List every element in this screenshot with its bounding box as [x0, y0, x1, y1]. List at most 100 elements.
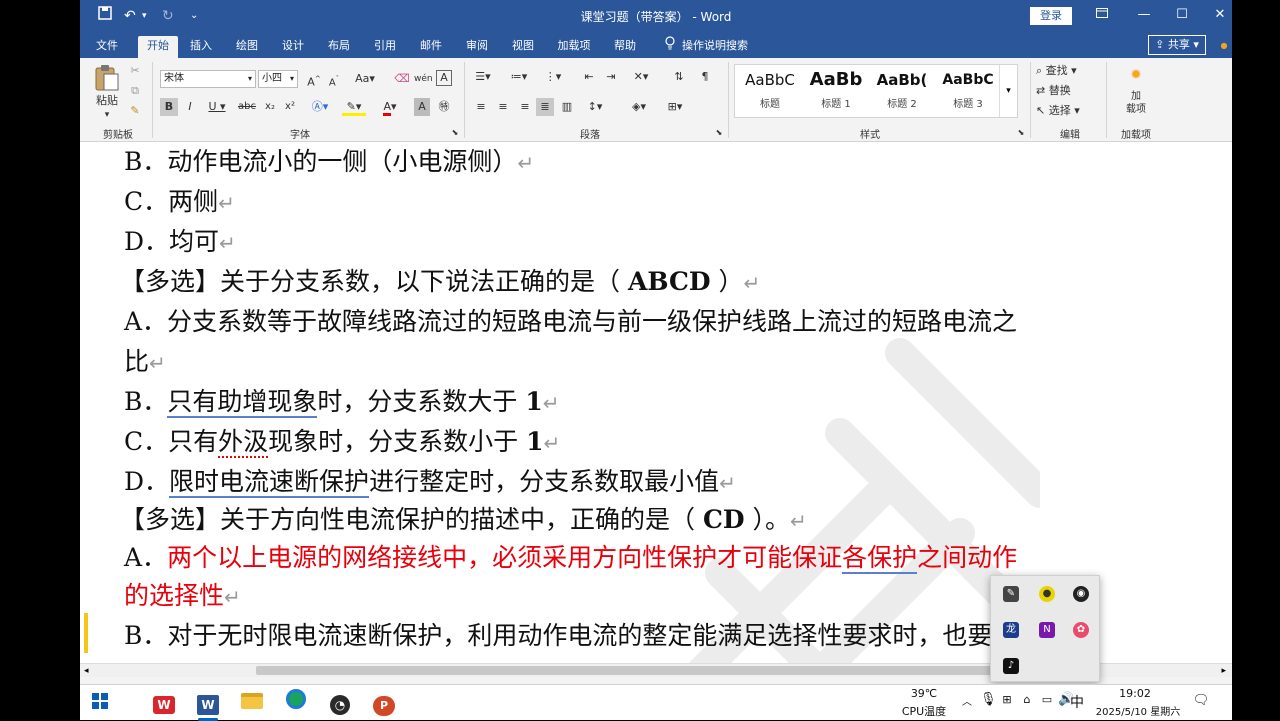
shrink-font-icon[interactable]: Aˇ: [326, 70, 342, 88]
font-name-select[interactable]: 宋体 ▾: [160, 70, 256, 88]
format-painter-icon[interactable]: ✎: [126, 102, 144, 120]
styles-more-icon[interactable]: ▾: [999, 65, 1017, 117]
bullets-icon[interactable]: ☰▾: [470, 68, 496, 86]
bold-button[interactable]: B: [160, 98, 178, 116]
tab-view[interactable]: 视图: [506, 36, 540, 58]
style-title[interactable]: AaBbC 标题: [737, 69, 803, 110]
font-dialog-launcher-icon[interactable]: ⬊: [450, 128, 460, 138]
tab-layout[interactable]: 布局: [322, 36, 356, 58]
tab-mailings[interactable]: 邮件: [414, 36, 448, 58]
change-case-icon[interactable]: Aa▾: [352, 70, 378, 88]
distributed-icon[interactable]: ▥: [558, 98, 576, 116]
network-icon[interactable]: ⌂: [1020, 693, 1034, 706]
dragon-icon[interactable]: 龙: [1003, 622, 1019, 638]
powerpoint-icon[interactable]: P: [366, 689, 402, 719]
tab-help[interactable]: 帮助: [608, 36, 642, 58]
enclose-characters-icon[interactable]: ㊕: [436, 98, 452, 116]
tab-review[interactable]: 审阅: [460, 36, 494, 58]
wps-icon[interactable]: W: [146, 689, 182, 719]
sort-icon[interactable]: ⇅: [670, 68, 688, 86]
cut-icon[interactable]: ✂: [126, 62, 144, 80]
line-spacing-icon[interactable]: ↕▾: [582, 98, 608, 116]
maximize-button[interactable]: ☐: [1168, 4, 1196, 26]
character-shading-icon[interactable]: A: [414, 98, 430, 116]
style-heading-2[interactable]: AaBb( 标题 2: [869, 69, 935, 110]
paragraph-dialog-launcher-icon[interactable]: ⬊: [714, 128, 724, 138]
scroll-right-icon[interactable]: ▸: [1221, 664, 1226, 678]
close-button[interactable]: ✕: [1206, 4, 1232, 26]
paste-dropdown-icon[interactable]: ▾: [100, 106, 114, 124]
share-button[interactable]: ⇪ 共享 ▾: [1148, 35, 1206, 55]
font-color-icon[interactable]: A▾: [378, 98, 402, 116]
superscript-button[interactable]: x²: [282, 98, 298, 116]
tab-insert[interactable]: 插入: [184, 36, 218, 58]
tab-addins[interactable]: 加载项: [554, 36, 594, 58]
minimize-button[interactable]: —: [1130, 4, 1158, 26]
login-button[interactable]: 登录: [1030, 7, 1072, 25]
tab-references[interactable]: 引用: [368, 36, 402, 58]
align-left-icon[interactable]: ≡: [472, 98, 490, 116]
colorful-app-icon[interactable]: ✿: [1073, 622, 1089, 638]
highlight-icon[interactable]: ✎▾: [342, 98, 366, 116]
strikethrough-button[interactable]: abc: [236, 98, 258, 116]
select-button[interactable]: ↖ 选择 ▾: [1036, 102, 1096, 120]
clock-date[interactable]: 2025/5/10 星期六: [1090, 703, 1186, 718]
justify-icon[interactable]: ≣: [536, 98, 554, 116]
tell-me-search[interactable]: 操作说明搜索: [682, 36, 762, 58]
paste-icon[interactable]: [92, 64, 122, 94]
font-size-select[interactable]: 小四 ▾: [258, 70, 298, 88]
underline-button[interactable]: U ▾: [204, 98, 230, 116]
find-button[interactable]: ⌕ 查找 ▾: [1036, 62, 1096, 80]
obs-icon[interactable]: ◔: [322, 689, 358, 719]
align-right-icon[interactable]: ≡: [516, 98, 534, 116]
align-center-icon[interactable]: ≡: [494, 98, 512, 116]
chinese-layout-icon[interactable]: ✕▾: [628, 68, 654, 86]
tab-design[interactable]: 设计: [276, 36, 310, 58]
input-tray-icon[interactable]: ⊞: [1000, 693, 1014, 706]
word-app-icon[interactable]: W: [190, 689, 226, 721]
tiktok-icon[interactable]: ♪: [1003, 658, 1019, 674]
file-explorer-icon[interactable]: [234, 689, 270, 719]
numbering-icon[interactable]: ≔▾: [506, 68, 532, 86]
show-marks-icon[interactable]: ¶: [696, 68, 714, 86]
grow-font-icon[interactable]: A^: [306, 70, 322, 89]
ime-keyboard-icon[interactable]: ▭: [1040, 693, 1054, 706]
addin-button[interactable]: 加 载项: [1116, 90, 1156, 120]
notifications-icon[interactable]: 🗨: [1192, 693, 1210, 708]
subscript-button[interactable]: x₂: [262, 98, 278, 116]
scroll-left-icon[interactable]: ◂: [84, 664, 89, 678]
styles-dialog-launcher-icon[interactable]: ⬊: [1016, 128, 1026, 138]
multilevel-list-icon[interactable]: ⋮▾: [540, 68, 566, 86]
edge-icon[interactable]: [278, 689, 314, 719]
style-heading-1[interactable]: AaBb 标题 1: [803, 69, 869, 110]
tab-home[interactable]: 开始: [138, 36, 178, 58]
character-border-icon[interactable]: A: [436, 70, 452, 86]
clear-formatting-icon[interactable]: ⌫: [394, 70, 410, 88]
style-heading-3[interactable]: AaBbC 标题 3: [935, 69, 1001, 110]
phonetic-guide-icon[interactable]: wén: [414, 70, 433, 88]
addin-icon[interactable]: ✹: [1124, 66, 1148, 84]
replace-button[interactable]: ⇄ 替换: [1036, 82, 1096, 100]
start-button[interactable]: [82, 689, 118, 719]
onenote-icon[interactable]: N: [1039, 622, 1055, 638]
scrollbar-thumb[interactable]: [256, 666, 1066, 675]
tab-draw[interactable]: 绘图: [230, 36, 264, 58]
ime-language-indicator[interactable]: 中: [1064, 692, 1090, 712]
record-icon[interactable]: ◉: [1073, 586, 1089, 602]
text-effects-icon[interactable]: Ⓐ▾: [308, 98, 332, 116]
shading-icon[interactable]: ◈▾: [626, 98, 652, 116]
divider: [464, 62, 465, 138]
copy-icon[interactable]: ⧉: [126, 82, 144, 100]
clock-time[interactable]: 19:02: [1100, 687, 1170, 700]
line-text: B．动作电流小的一侧（小电源侧）: [124, 147, 518, 176]
wechat-icon[interactable]: ●: [1039, 586, 1055, 602]
decrease-indent-icon[interactable]: ⇤: [580, 68, 598, 86]
borders-icon[interactable]: ⊞▾: [662, 98, 688, 116]
increase-indent-icon[interactable]: ⇥: [602, 68, 620, 86]
pen-icon[interactable]: ✎: [1003, 586, 1019, 602]
ribbon-display-options-icon[interactable]: [1088, 4, 1116, 26]
italic-button[interactable]: I: [182, 98, 198, 116]
microphone-icon[interactable]: 🎙: [980, 692, 997, 707]
tab-file[interactable]: 文件: [90, 36, 124, 58]
chevron-up-icon[interactable]: ︿: [960, 693, 974, 708]
